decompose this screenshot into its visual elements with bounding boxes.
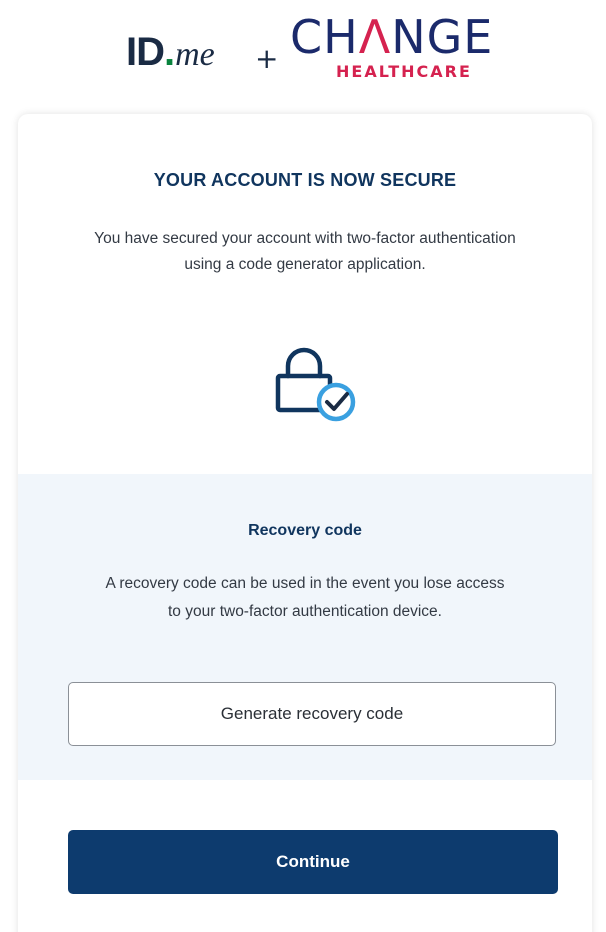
continue-button[interactable]: Continue (68, 830, 558, 894)
secure-description: You have secured your account with two-f… (94, 230, 516, 273)
secure-account-card: YOUR ACCOUNT IS NOW SECURE You have secu… (18, 114, 592, 932)
idme-logo-dot: . (164, 30, 176, 74)
plus-sign: + (255, 42, 279, 75)
generate-recovery-code-button[interactable]: Generate recovery code (68, 682, 556, 746)
change-wordmark: CHΛNGE (290, 14, 493, 60)
change-wordmark-ch: CH (290, 10, 359, 64)
idme-logo-me: me (175, 36, 215, 73)
idme-logo-id: ID (126, 30, 165, 74)
healthcare-wordmark: HEALTHCARE (336, 62, 472, 81)
recovery-title: Recovery code (248, 522, 362, 539)
page: ID.me + CHΛNGE HEALTHCARE YOUR ACCOUNT I… (0, 0, 606, 932)
change-healthcare-logo: CHΛNGE HEALTHCARE (290, 14, 500, 88)
idme-logo: ID.me (126, 32, 215, 72)
logo-bar: ID.me + CHΛNGE HEALTHCARE (0, 10, 606, 90)
recovery-description: A recovery code can be used in the event… (105, 575, 505, 620)
lock-check-icon (274, 344, 358, 424)
recovery-panel: Recovery code A recovery code can be use… (18, 474, 592, 780)
page-title: YOUR ACCOUNT IS NOW SECURE (153, 170, 457, 190)
change-wordmark-nge: NGE (391, 10, 494, 64)
change-wordmark-a: Λ (358, 10, 392, 64)
